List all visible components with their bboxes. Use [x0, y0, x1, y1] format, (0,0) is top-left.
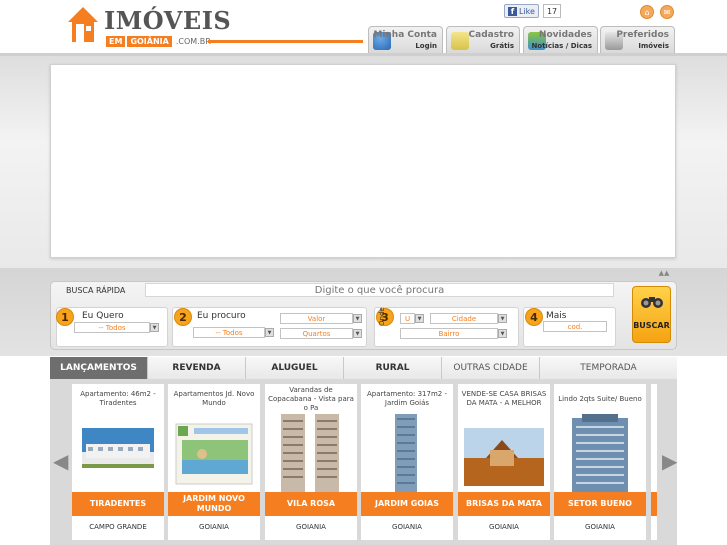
tab-minha-conta-line2: Login — [415, 42, 437, 50]
listing-city: GOIANIA — [585, 523, 615, 531]
listing-card-partial — [651, 384, 657, 540]
facebook-like[interactable]: f Like 17 — [504, 4, 562, 18]
codigo-input[interactable]: cod. — [543, 321, 607, 332]
logo-subtitle: EM GOIÂNIA .COM.BR — [106, 36, 213, 47]
listing-title[interactable]: Apartamento: 46m2 - Tiradentes — [74, 386, 162, 412]
listing-card[interactable]: Apartamentos Jd. Novo Mundo JARDIM NOVO … — [168, 384, 260, 540]
listing-city: GOIANIA — [199, 523, 229, 531]
bairro-select[interactable]: Bairro — [400, 328, 498, 339]
valor-select[interactable]: Valor — [280, 313, 353, 324]
logo-em: EM — [106, 36, 126, 47]
chevron-down-icon[interactable]: ▼ — [265, 328, 274, 337]
tab-preferidos-line2: Imóveis — [638, 42, 669, 50]
step-2-label: Eu procuro — [197, 311, 246, 321]
home-icon[interactable]: ⌂ — [640, 5, 654, 19]
listing-city: GOIANIA — [489, 523, 519, 531]
banner-area — [50, 64, 676, 258]
facebook-like-count: 17 — [542, 4, 562, 18]
tab-lancamentos[interactable]: LANÇAMENTOS — [50, 357, 148, 379]
tab-novidades-line2: Notícias / Dicas — [531, 42, 592, 50]
tab-rural[interactable]: RURAL — [344, 357, 442, 379]
listing-card-partial-band — [651, 492, 657, 516]
onde-label: Onde — [378, 307, 386, 326]
chevron-down-icon[interactable]: ▼ — [150, 323, 159, 332]
logo-house-icon[interactable] — [66, 4, 100, 44]
listing-neighborhood[interactable]: BRISAS DA MATA — [458, 492, 550, 516]
listing-title[interactable]: Apartamento: 317m2 - Jardim Goiás — [363, 386, 451, 412]
listing-city: GOIANIA — [296, 523, 326, 531]
chevron-down-icon[interactable]: ▼ — [498, 314, 507, 323]
chevron-down-icon[interactable]: ▼ — [353, 314, 362, 323]
step-4-number: 4 — [525, 308, 543, 326]
uf-select[interactable]: U — [400, 313, 415, 324]
logo-title[interactable]: IMÓVEIS — [104, 6, 231, 35]
collapse-icon[interactable]: ▲▲ — [654, 270, 674, 277]
tab-aluguel[interactable]: ALUGUEL — [246, 357, 344, 379]
listing-neighborhood[interactable]: JARDIM GOIAS — [361, 492, 453, 516]
listing-photo[interactable] — [269, 414, 353, 492]
facebook-like-label: Like — [519, 6, 535, 16]
tab-cadastro-line1: Cadastro — [468, 30, 514, 40]
listing-neighborhood[interactable]: VILA ROSA — [265, 492, 357, 516]
logo-city: GOIÂNIA — [127, 36, 172, 47]
listing-photo[interactable] — [365, 414, 449, 492]
tab-novidades-line1: Novidades — [538, 30, 592, 40]
listing-city: CAMPO GRANDE — [89, 523, 147, 531]
notepad-icon — [451, 32, 469, 50]
logo-domain: .COM.BR — [175, 37, 211, 46]
cidade-select[interactable]: Cidade — [430, 313, 498, 324]
listing-card[interactable]: Apartamento: 46m2 - Tiradentes TIRADENTE… — [72, 384, 164, 540]
listing-photo[interactable] — [172, 414, 256, 492]
tab-revenda[interactable]: REVENDA — [148, 357, 246, 379]
facebook-like-button[interactable]: f Like — [504, 4, 539, 18]
chevron-down-icon[interactable]: ▼ — [498, 329, 507, 338]
listing-title[interactable]: Apartamentos Jd. Novo Mundo — [170, 386, 258, 412]
tab-minha-conta[interactable]: Minha Conta Login — [368, 26, 443, 54]
listing-card[interactable]: VENDE-SE CASA BRISAS DA MATA - A MELHOR … — [458, 384, 550, 540]
binoculars-icon — [641, 297, 663, 308]
listing-photo[interactable] — [462, 414, 546, 492]
listing-card[interactable]: Lindo 2qts Suite/ Bueno SETOR BUENO GOIA… — [554, 384, 646, 540]
quick-search-label: BUSCA RÁPIDA — [66, 286, 126, 295]
tab-minha-conta-line1: Minha Conta — [373, 30, 437, 40]
step-1-number: 1 — [56, 308, 74, 326]
step-1-label: Eu Quero — [82, 311, 124, 321]
tab-cadastro[interactable]: Cadastro Grátis — [446, 26, 520, 54]
tab-cadastro-line2: Grátis — [490, 42, 514, 50]
search-input[interactable] — [145, 283, 614, 297]
listing-tabs: LANÇAMENTOS REVENDA ALUGUEL RURAL OUTRAS… — [50, 357, 677, 379]
step-4-label: Mais — [546, 311, 567, 321]
listing-title[interactable]: VENDE-SE CASA BRISAS DA MATA - A MELHOR — [460, 386, 548, 412]
listing-city: GOIANIA — [392, 523, 422, 531]
listing-title[interactable]: Lindo 2qts Suite/ Bueno — [556, 386, 644, 412]
listing-neighborhood[interactable]: TIRADENTES — [72, 492, 164, 516]
mail-icon[interactable]: ✉ — [660, 5, 674, 19]
buscar-label: BUSCAR — [633, 321, 670, 330]
listing-card[interactable]: Apartamento: 317m2 - Jardim Goiás JARDIM… — [361, 384, 453, 540]
listing-title[interactable]: Varandas de Copacabana - Vista para o Pa — [267, 386, 355, 412]
chevron-down-icon[interactable]: ▼ — [415, 314, 424, 323]
tab-preferidos-line1: Preferidos — [616, 30, 669, 40]
listing-photo[interactable] — [76, 414, 160, 492]
tab-outras-cidade[interactable]: OUTRAS CIDADE — [442, 357, 540, 379]
quartos-select[interactable]: Quartos — [280, 328, 353, 339]
procuro-select[interactable]: -- Todos — [193, 327, 265, 338]
logo-underline — [208, 40, 363, 43]
carousel-next-icon[interactable]: ▶ — [662, 448, 677, 474]
carousel-prev-icon[interactable]: ◀ — [53, 448, 68, 474]
quero-select[interactable]: -- Todos — [74, 322, 150, 333]
chevron-down-icon[interactable]: ▼ — [353, 329, 362, 338]
listing-neighborhood[interactable]: SETOR BUENO — [554, 492, 646, 516]
step-2-number: 2 — [174, 308, 192, 326]
listing-neighborhood[interactable]: JARDIM NOVO MUNDO — [168, 492, 260, 516]
tab-preferidos[interactable]: Preferidos Imóveis — [600, 26, 675, 54]
facebook-icon: f — [508, 6, 517, 16]
listing-card[interactable]: Varandas de Copacabana - Vista para o Pa… — [265, 384, 357, 540]
tab-novidades[interactable]: Novidades Notícias / Dicas — [523, 26, 598, 54]
listing-photo[interactable] — [558, 414, 642, 492]
tab-temporada[interactable]: TEMPORADA — [540, 357, 677, 379]
